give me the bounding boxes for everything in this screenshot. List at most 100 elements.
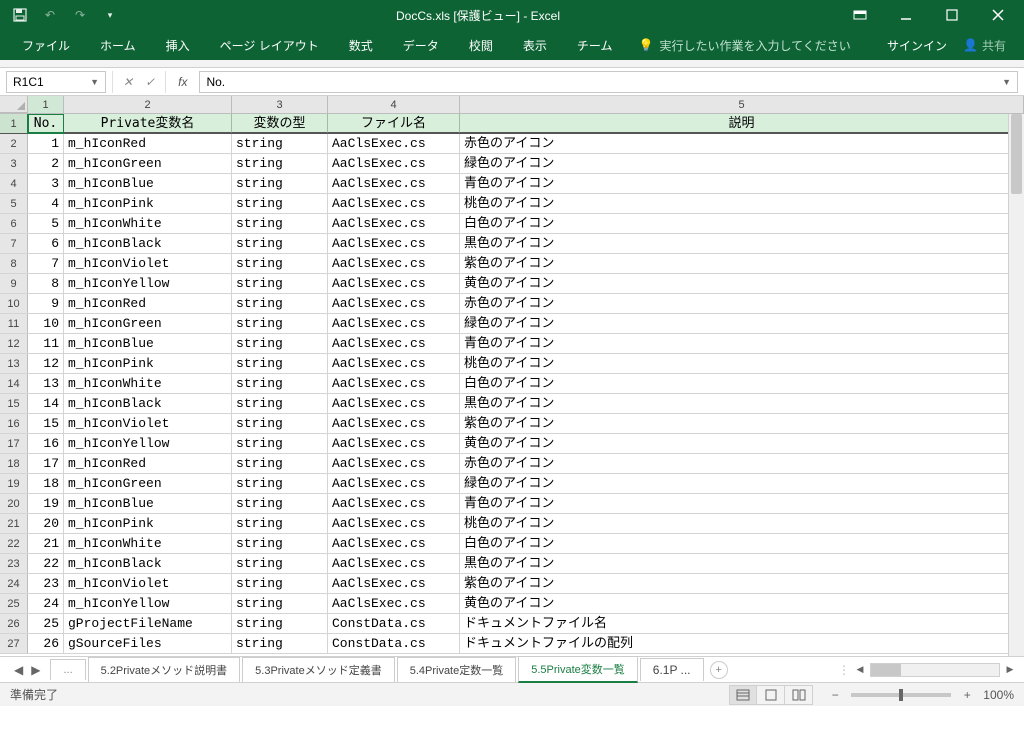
cell-name[interactable]: m_hIconBlue	[64, 334, 232, 353]
col-header-4[interactable]: 4	[328, 96, 460, 113]
cell-name[interactable]: m_hIconYellow	[64, 594, 232, 613]
redo-icon[interactable]: ↷	[72, 7, 88, 23]
cell-no[interactable]: 2	[28, 154, 64, 173]
cell-name[interactable]: m_hIconRed	[64, 294, 232, 313]
name-box[interactable]: R1C1 ▼	[6, 71, 106, 93]
header-desc[interactable]: 説明	[460, 114, 1024, 133]
row-header[interactable]: 24	[0, 574, 28, 593]
cell-file[interactable]: AaClsExec.cs	[328, 194, 460, 213]
cell-type[interactable]: string	[232, 294, 328, 313]
cell-desc[interactable]: 黒色のアイコン	[460, 554, 1024, 573]
cell-type[interactable]: string	[232, 154, 328, 173]
cell-desc[interactable]: 黒色のアイコン	[460, 234, 1024, 253]
col-header-5[interactable]: 5	[460, 96, 1024, 113]
zoom-value[interactable]: 100%	[983, 688, 1014, 702]
cell-type[interactable]: string	[232, 494, 328, 513]
view-pagebreak-icon[interactable]	[785, 685, 813, 705]
cell-file[interactable]: AaClsExec.cs	[328, 214, 460, 233]
cell-file[interactable]: AaClsExec.cs	[328, 314, 460, 333]
cell-type[interactable]: string	[232, 454, 328, 473]
cell-type[interactable]: string	[232, 534, 328, 553]
cell-name[interactable]: m_hIconGreen	[64, 154, 232, 173]
cell-desc[interactable]: 青色のアイコン	[460, 494, 1024, 513]
horizontal-scrollbar[interactable]: ⋮ ◀ ▶	[838, 663, 1018, 677]
header-file[interactable]: ファイル名	[328, 114, 460, 133]
cell-name[interactable]: m_hIconBlue	[64, 494, 232, 513]
cell-type[interactable]: string	[232, 554, 328, 573]
cell-file[interactable]: AaClsExec.cs	[328, 174, 460, 193]
cell-no[interactable]: 25	[28, 614, 64, 633]
cell-name[interactable]: m_hIconViolet	[64, 414, 232, 433]
cell-name[interactable]: gSourceFiles	[64, 634, 232, 653]
cell-no[interactable]: 9	[28, 294, 64, 313]
hscroll-left-icon[interactable]: ◀	[852, 664, 868, 675]
cell-name[interactable]: m_hIconViolet	[64, 254, 232, 273]
cell-type[interactable]: string	[232, 314, 328, 333]
cell-name[interactable]: m_hIconWhite	[64, 534, 232, 553]
cell-desc[interactable]: 青色のアイコン	[460, 174, 1024, 193]
enter-icon[interactable]: ✓	[145, 75, 155, 89]
chevron-down-icon[interactable]: ▼	[90, 77, 99, 87]
cell-desc[interactable]: 紫色のアイコン	[460, 574, 1024, 593]
zoom-slider[interactable]	[851, 693, 951, 697]
cell-type[interactable]: string	[232, 594, 328, 613]
view-normal-icon[interactable]	[729, 685, 757, 705]
cell-name[interactable]: m_hIconPink	[64, 514, 232, 533]
row-header[interactable]: 20	[0, 494, 28, 513]
cell-type[interactable]: string	[232, 614, 328, 633]
close-button[interactable]	[976, 1, 1020, 29]
tab-file[interactable]: ファイル	[8, 31, 84, 60]
select-all-corner[interactable]	[0, 96, 28, 113]
nav-prev-icon[interactable]: ◀	[14, 663, 23, 677]
header-no[interactable]: No.	[28, 114, 64, 133]
cell-desc[interactable]: 緑色のアイコン	[460, 474, 1024, 493]
row-header[interactable]: 18	[0, 454, 28, 473]
cell-file[interactable]: AaClsExec.cs	[328, 154, 460, 173]
cell-desc[interactable]: ドキュメントファイルの配列	[460, 634, 1024, 653]
row-header[interactable]: 12	[0, 334, 28, 353]
add-sheet-button[interactable]: +	[710, 661, 728, 679]
row-header[interactable]: 13	[0, 354, 28, 373]
hscroll-thumb[interactable]	[871, 664, 901, 676]
cell-type[interactable]: string	[232, 134, 328, 153]
row-header[interactable]: 27	[0, 634, 28, 653]
maximize-button[interactable]	[930, 1, 974, 29]
cell-name[interactable]: m_hIconGreen	[64, 314, 232, 333]
scrollbar-thumb[interactable]	[1011, 114, 1022, 194]
cell-desc[interactable]: 緑色のアイコン	[460, 154, 1024, 173]
cell-name[interactable]: m_hIconPink	[64, 194, 232, 213]
sheet-tab-more-left[interactable]: ...	[50, 659, 85, 680]
row-header[interactable]: 15	[0, 394, 28, 413]
cell-no[interactable]: 14	[28, 394, 64, 413]
row-header[interactable]: 23	[0, 554, 28, 573]
sheet-tab-1[interactable]: 5.2Privateメソッド説明書	[88, 657, 241, 682]
row-header[interactable]: 16	[0, 414, 28, 433]
cell-type[interactable]: string	[232, 394, 328, 413]
col-header-1[interactable]: 1	[28, 96, 64, 113]
sheet-tab-5[interactable]: 6.1P ...	[640, 658, 704, 681]
tell-me[interactable]: 💡 実行したい作業を入力してください	[628, 37, 860, 54]
zoom-in-button[interactable]: +	[959, 688, 975, 702]
row-header[interactable]: 21	[0, 514, 28, 533]
cell-file[interactable]: AaClsExec.cs	[328, 274, 460, 293]
cell-file[interactable]: AaClsExec.cs	[328, 374, 460, 393]
row-header[interactable]: 8	[0, 254, 28, 273]
row-header[interactable]: 2	[0, 134, 28, 153]
cell-desc[interactable]: 黄色のアイコン	[460, 434, 1024, 453]
cell-file[interactable]: AaClsExec.cs	[328, 514, 460, 533]
cell-file[interactable]: AaClsExec.cs	[328, 254, 460, 273]
cell-desc[interactable]: 黄色のアイコン	[460, 594, 1024, 613]
tab-review[interactable]: 校閲	[455, 31, 507, 60]
cell-desc[interactable]: 緑色のアイコン	[460, 314, 1024, 333]
cell-name[interactable]: m_hIconGreen	[64, 474, 232, 493]
header-name[interactable]: Private変数名	[64, 114, 232, 133]
row-header[interactable]: 9	[0, 274, 28, 293]
cell-file[interactable]: AaClsExec.cs	[328, 354, 460, 373]
cell-desc[interactable]: 桃色のアイコン	[460, 194, 1024, 213]
cell-desc[interactable]: 紫色のアイコン	[460, 414, 1024, 433]
cell-file[interactable]: AaClsExec.cs	[328, 594, 460, 613]
row-header[interactable]: 25	[0, 594, 28, 613]
tab-team[interactable]: チーム	[563, 31, 627, 60]
hscroll-right-icon[interactable]: ▶	[1002, 664, 1018, 675]
tab-home[interactable]: ホーム	[86, 31, 150, 60]
